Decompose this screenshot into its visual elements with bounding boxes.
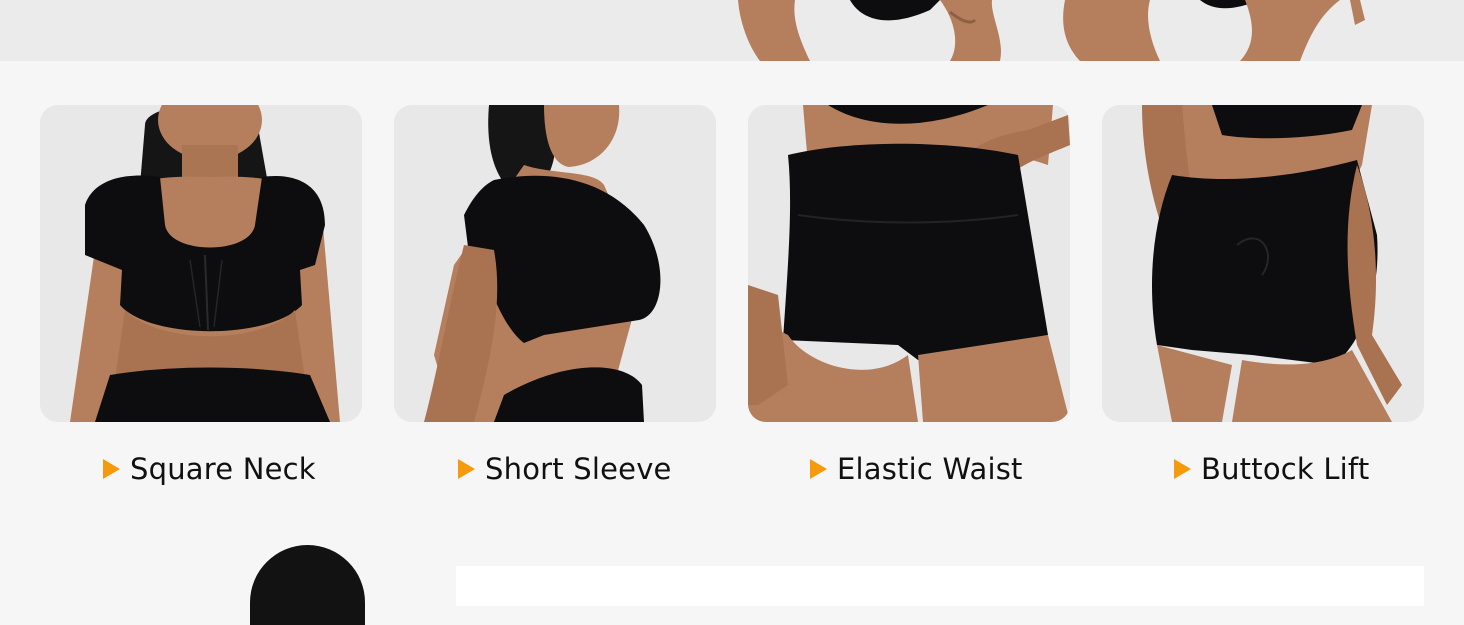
- play-triangle-icon: [103, 459, 120, 479]
- square-neck-photo: [40, 105, 362, 422]
- play-triangle-icon: [1174, 459, 1191, 479]
- feature-label-text: Buttock Lift: [1201, 452, 1370, 486]
- feature-label-text: Square Neck: [130, 452, 316, 486]
- feature-label-elastic-waist: Elastic Waist: [810, 449, 1023, 489]
- feature-label-short-sleeve: Short Sleeve: [458, 449, 672, 489]
- feature-label-text: Elastic Waist: [837, 452, 1023, 486]
- top-model-photo: [738, 0, 1365, 61]
- buttock-lift-photo: [1102, 105, 1424, 422]
- play-triangle-icon: [810, 459, 827, 479]
- elastic-waist-photo: [748, 105, 1070, 422]
- short-sleeve-photo: [394, 105, 716, 422]
- play-triangle-icon: [458, 459, 475, 479]
- feature-label-buttock-lift: Buttock Lift: [1174, 449, 1369, 489]
- bottom-white-panel: [456, 566, 1424, 606]
- bottom-model-hair-image: [250, 545, 365, 625]
- feature-label-text: Short Sleeve: [485, 452, 672, 486]
- feature-label-square-neck: Square Neck: [103, 449, 316, 489]
- top-banner-image: [0, 0, 1464, 61]
